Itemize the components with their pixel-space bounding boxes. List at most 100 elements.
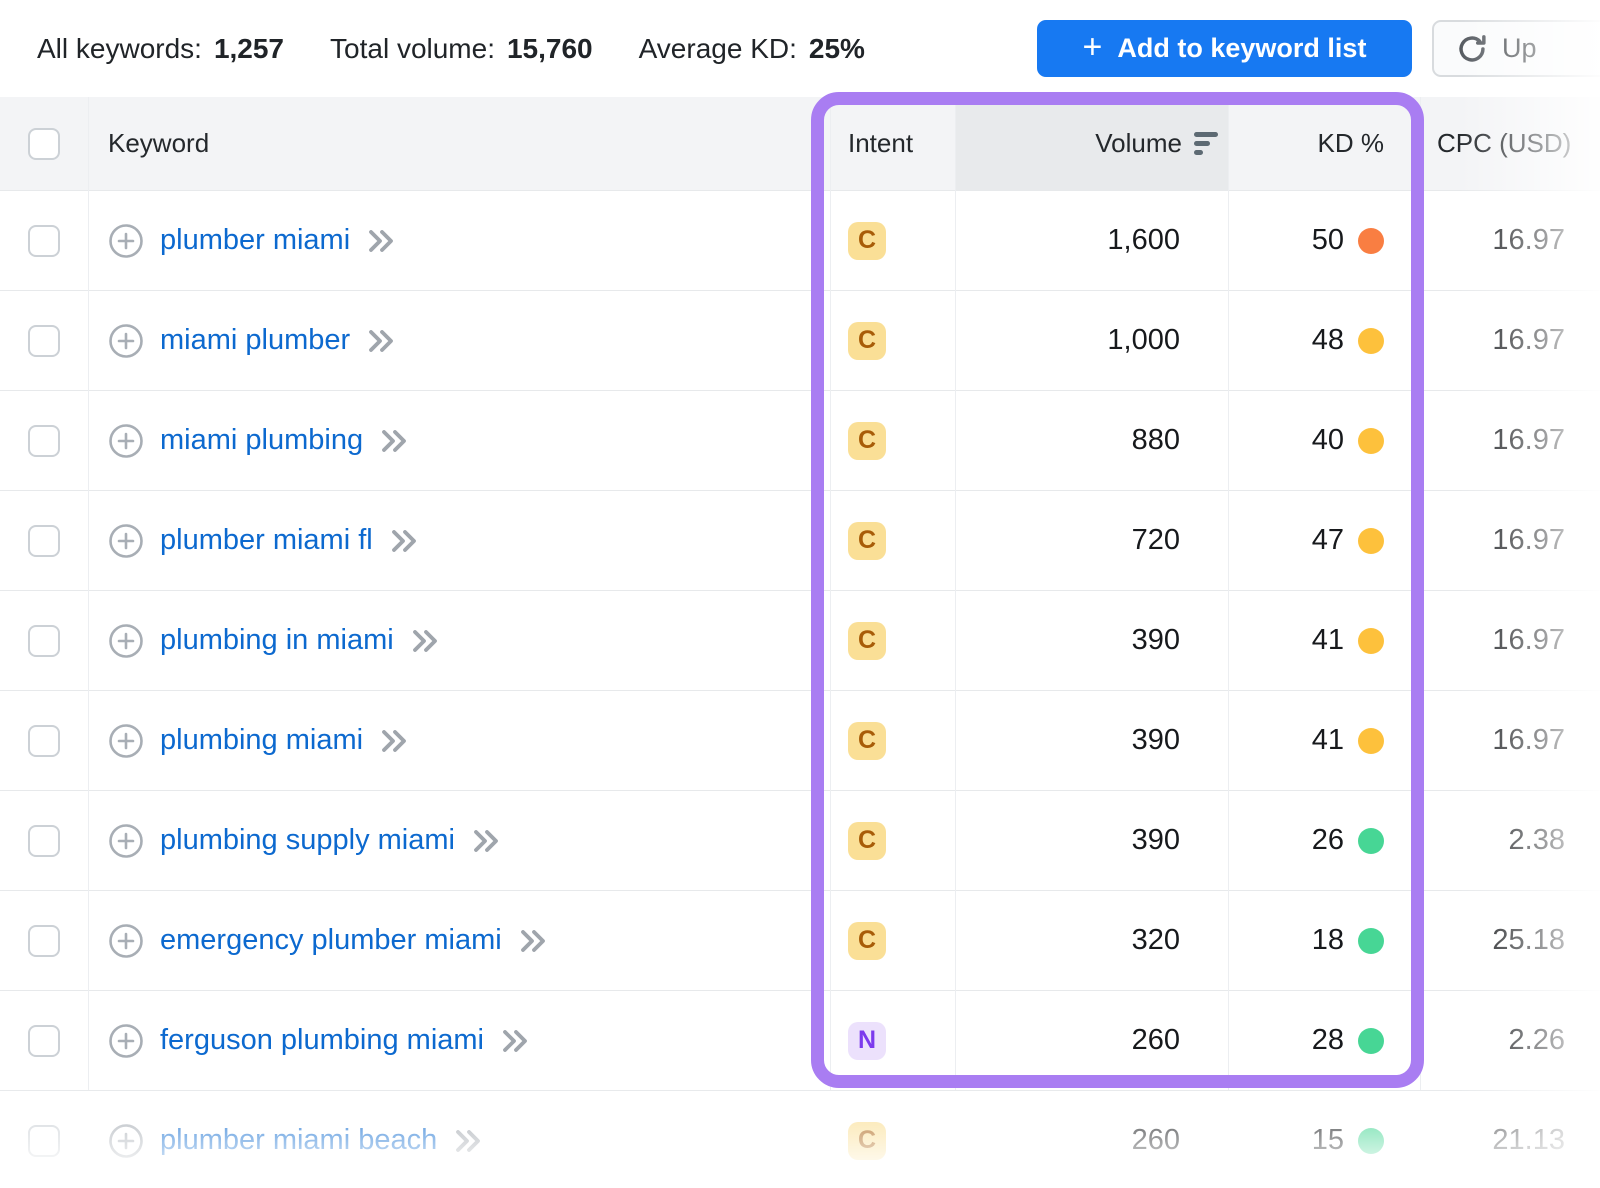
row-checkbox[interactable]	[28, 325, 60, 357]
column-header-kd[interactable]: KD %	[1228, 97, 1420, 190]
kd-value: 28	[1312, 1024, 1344, 1057]
kd-dot	[1358, 228, 1384, 254]
intent-badge: C	[848, 822, 886, 860]
volume-value: 260	[955, 991, 1228, 1090]
table-row: plumber miami beach C 260 15 21.13	[0, 1090, 1600, 1188]
table-row: plumbing in miami C 390 41 16.97	[0, 590, 1600, 690]
double-chevron-icon[interactable]	[366, 227, 396, 255]
kd-value: 50	[1312, 224, 1344, 257]
double-chevron-icon[interactable]	[366, 327, 396, 355]
keyword-link[interactable]: miami plumbing	[160, 424, 363, 457]
row-checkbox[interactable]	[28, 525, 60, 557]
volume-value: 390	[955, 591, 1228, 690]
kd-dot	[1358, 428, 1384, 454]
keyword-link[interactable]: plumbing supply miami	[160, 824, 455, 857]
column-divider	[1228, 97, 1229, 1090]
column-header-volume[interactable]: Volume	[955, 97, 1228, 190]
volume-value: 390	[955, 691, 1228, 790]
cpc-value: 21.13	[1420, 1091, 1600, 1188]
double-chevron-icon[interactable]	[410, 627, 440, 655]
row-checkbox[interactable]	[28, 725, 60, 757]
double-chevron-icon[interactable]	[453, 1127, 483, 1155]
summary-stats: All keywords: 1,257 Total volume: 15,760…	[0, 33, 865, 65]
cpc-value: 25.18	[1420, 891, 1600, 990]
refresh-icon	[1456, 33, 1488, 65]
table-row: plumbing miami C 390 41 16.97	[0, 690, 1600, 790]
row-checkbox[interactable]	[28, 1125, 60, 1157]
kd-dot	[1358, 828, 1384, 854]
row-checkbox[interactable]	[28, 925, 60, 957]
kd-value: 41	[1312, 624, 1344, 657]
intent-badge: C	[848, 622, 886, 660]
add-keyword-plus-icon[interactable]	[108, 1023, 144, 1059]
cpc-value: 16.97	[1420, 591, 1600, 690]
cpc-value: 16.97	[1420, 291, 1600, 390]
table-row: emergency plumber miami C 320 18 25.18	[0, 890, 1600, 990]
add-keyword-plus-icon[interactable]	[108, 1123, 144, 1159]
volume-value: 320	[955, 891, 1228, 990]
stat-value: 15,760	[507, 33, 593, 65]
stat-average-kd: Average KD: 25%	[639, 33, 865, 65]
keyword-magic-tool-results: All keywords: 1,257 Total volume: 15,760…	[0, 0, 1600, 1188]
keyword-link[interactable]: plumber miami beach	[160, 1124, 437, 1157]
keyword-link[interactable]: plumber miami	[160, 224, 350, 257]
cpc-value: 16.97	[1420, 391, 1600, 490]
double-chevron-icon[interactable]	[379, 727, 409, 755]
volume-value: 880	[955, 391, 1228, 490]
kd-value: 18	[1312, 924, 1344, 957]
row-checkbox[interactable]	[28, 1025, 60, 1057]
keyword-link[interactable]: plumbing miami	[160, 724, 363, 757]
cpc-value: 2.26	[1420, 991, 1600, 1090]
kd-dot	[1358, 728, 1384, 754]
keyword-link[interactable]: ferguson plumbing miami	[160, 1024, 484, 1057]
add-keyword-plus-icon[interactable]	[108, 323, 144, 359]
keyword-link[interactable]: plumbing in miami	[160, 624, 394, 657]
keyword-link[interactable]: emergency plumber miami	[160, 924, 502, 957]
intent-badge: C	[848, 422, 886, 460]
intent-badge: C	[848, 322, 886, 360]
table-row: plumber miami C 1,600 50 16.97	[0, 190, 1600, 290]
double-chevron-icon[interactable]	[471, 827, 501, 855]
add-keyword-plus-icon[interactable]	[108, 523, 144, 559]
kd-dot	[1358, 628, 1384, 654]
stat-label: Average KD:	[639, 33, 797, 65]
add-keyword-plus-icon[interactable]	[108, 723, 144, 759]
intent-badge: N	[848, 1022, 886, 1060]
table-header: Keyword Intent Volume KD % CPC (USD)	[0, 97, 1600, 190]
keyword-link[interactable]: plumber miami fl	[160, 524, 373, 557]
volume-value: 390	[955, 791, 1228, 890]
select-all-checkbox[interactable]	[28, 128, 60, 160]
intent-badge: C	[848, 722, 886, 760]
column-header-keyword[interactable]: Keyword	[88, 97, 830, 190]
table-row: miami plumbing C 880 40 16.97	[0, 390, 1600, 490]
add-keyword-plus-icon[interactable]	[108, 823, 144, 859]
intent-badge: C	[848, 922, 886, 960]
double-chevron-icon[interactable]	[500, 1027, 530, 1055]
column-header-intent[interactable]: Intent	[830, 97, 955, 190]
kd-value: 47	[1312, 524, 1344, 557]
row-checkbox[interactable]	[28, 825, 60, 857]
keyword-link[interactable]: miami plumber	[160, 324, 350, 357]
row-checkbox[interactable]	[28, 225, 60, 257]
double-chevron-icon[interactable]	[518, 927, 548, 955]
row-checkbox[interactable]	[28, 425, 60, 457]
sort-descending-icon	[1194, 132, 1218, 155]
double-chevron-icon[interactable]	[389, 527, 419, 555]
column-header-cpc[interactable]: CPC (USD)	[1420, 97, 1600, 190]
intent-badge: C	[848, 522, 886, 560]
add-keyword-plus-icon[interactable]	[108, 623, 144, 659]
column-divider	[88, 97, 89, 1090]
toolbar: All keywords: 1,257 Total volume: 15,760…	[0, 0, 1600, 97]
column-divider	[830, 97, 831, 1090]
table-row: ferguson plumbing miami N 260 28 2.26	[0, 990, 1600, 1090]
add-keyword-plus-icon[interactable]	[108, 223, 144, 259]
update-metrics-button[interactable]: Up	[1432, 20, 1600, 77]
row-checkbox[interactable]	[28, 625, 60, 657]
kd-value: 26	[1312, 824, 1344, 857]
add-keyword-plus-icon[interactable]	[108, 923, 144, 959]
add-to-keyword-list-button[interactable]: + Add to keyword list	[1037, 20, 1412, 77]
stat-label: All keywords:	[37, 33, 202, 65]
table-row: plumber miami fl C 720 47 16.97	[0, 490, 1600, 590]
add-keyword-plus-icon[interactable]	[108, 423, 144, 459]
double-chevron-icon[interactable]	[379, 427, 409, 455]
